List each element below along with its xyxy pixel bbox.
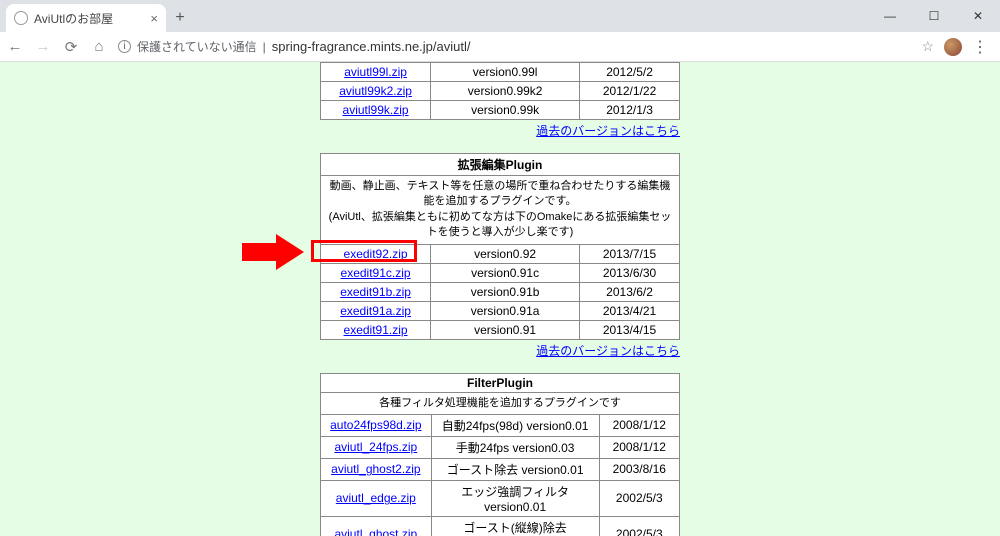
- version-cell: version0.91c: [431, 264, 579, 282]
- exedit-desc: 動画、静止画、テキスト等を任意の場所で重ね合わせたりする編集機能を追加するプラグ…: [321, 176, 679, 244]
- table-row: exedit91c.zip version0.91c2013/6/30: [321, 264, 679, 282]
- exedit-table: 拡張編集Plugin 動画、静止画、テキスト等を任意の場所で重ね合わせたりする編…: [320, 153, 680, 340]
- date-cell: 2013/6/30: [580, 264, 679, 282]
- version-cell: version0.99k2: [431, 82, 579, 100]
- download-link[interactable]: auto24fps98d.zip: [330, 418, 421, 432]
- date-cell: 2012/5/2: [580, 63, 679, 81]
- date-cell: 2002/5/3: [600, 517, 679, 536]
- version-cell: 自動24fps(98d) version0.01: [432, 415, 599, 436]
- download-link[interactable]: aviutl_ghost.zip: [334, 527, 417, 536]
- table-row: aviutl_ghost.zip ゴースト(縦線)除去 version0.0120…: [321, 517, 679, 536]
- table-row: aviutl99k.zip version0.99k2012/1/3: [321, 101, 679, 119]
- new-tab-button[interactable]: +: [166, 4, 194, 32]
- version-cell: ゴースト(縦線)除去 version0.01: [432, 517, 599, 536]
- table-row: exedit91a.zip version0.91a2013/4/21: [321, 302, 679, 320]
- table-row: exedit92.zip version0.922013/7/15: [321, 245, 679, 263]
- version-cell: version0.99l: [431, 63, 579, 81]
- download-link[interactable]: aviutl_edge.zip: [336, 491, 416, 505]
- table-row: aviutl_edge.zip エッジ強調フィルタ version0.012002…: [321, 481, 679, 516]
- reload-button[interactable]: ⟳: [62, 38, 80, 56]
- url-text: spring-fragrance.mints.ne.jp/aviutl/: [272, 39, 471, 54]
- info-icon: i: [118, 40, 131, 53]
- version-cell: ゴースト除去 version0.01: [432, 459, 599, 480]
- filter-desc: 各種フィルタ処理機能を追加するプラグインです: [321, 393, 679, 414]
- date-cell: 2013/4/21: [580, 302, 679, 320]
- download-link[interactable]: exedit91c.zip: [341, 266, 411, 280]
- version-cell: version0.99k: [431, 101, 579, 119]
- date-cell: 2012/1/22: [580, 82, 679, 100]
- version-cell: version0.91: [431, 321, 579, 339]
- annotation-arrow: [242, 234, 306, 270]
- version-cell: 手動24fps version0.03: [432, 437, 599, 458]
- tab-title: AviUtlのお部屋: [34, 10, 113, 27]
- download-link[interactable]: aviutl99l.zip: [344, 65, 407, 79]
- download-link[interactable]: aviutl99k.zip: [343, 103, 409, 117]
- download-link[interactable]: exedit91a.zip: [340, 304, 411, 318]
- tab-bar: AviUtlのお部屋 × + — ☐ ✕: [0, 0, 1000, 32]
- date-cell: 2013/4/15: [580, 321, 679, 339]
- browser-tab[interactable]: AviUtlのお部屋 ×: [6, 4, 166, 32]
- table-row: exedit91.zip version0.912013/4/15: [321, 321, 679, 339]
- close-window-button[interactable]: ✕: [956, 0, 1000, 32]
- page-content: aviutl99l.zipversion0.99l2012/5/2aviutl9…: [0, 62, 1000, 536]
- close-icon[interactable]: ×: [150, 11, 158, 26]
- version-cell: version0.91a: [431, 302, 579, 320]
- download-link[interactable]: exedit91.zip: [344, 323, 408, 337]
- aviutl-table: aviutl99l.zipversion0.99l2012/5/2aviutl9…: [320, 62, 680, 120]
- table-row: aviutl_ghost2.zip ゴースト除去 version0.012003/…: [321, 459, 679, 480]
- table-row: aviutl_24fps.zip 手動24fps version0.032008/…: [321, 437, 679, 458]
- forward-button: →: [34, 38, 52, 55]
- menu-icon[interactable]: ⋮: [972, 37, 988, 57]
- home-button[interactable]: ⌂: [90, 38, 108, 55]
- download-link[interactable]: aviutl99k2.zip: [339, 84, 412, 98]
- minimize-button[interactable]: —: [868, 0, 912, 32]
- filter-table: FilterPlugin 各種フィルタ処理機能を追加するプラグインです auto…: [320, 373, 680, 536]
- past-versions-link-aviutl[interactable]: 過去のバージョンはこちら: [536, 124, 680, 138]
- date-cell: 2003/8/16: [600, 459, 679, 480]
- back-button[interactable]: ←: [6, 38, 24, 55]
- profile-avatar[interactable]: [944, 38, 962, 56]
- table-row: aviutl99l.zip version0.99l2012/5/2: [321, 63, 679, 81]
- table-row: auto24fps98d.zip 自動24fps(98d) version0.01…: [321, 415, 679, 436]
- date-cell: 2012/1/3: [580, 101, 679, 119]
- date-cell: 2008/1/12: [600, 437, 679, 458]
- table-row: aviutl99k2.zip version0.99k22012/1/22: [321, 82, 679, 100]
- date-cell: 2008/1/12: [600, 415, 679, 436]
- version-cell: エッジ強調フィルタ version0.01: [432, 481, 599, 516]
- past-versions-link-exedit[interactable]: 過去のバージョンはこちら: [536, 344, 680, 358]
- filter-header: FilterPlugin: [321, 374, 679, 392]
- table-row: exedit91b.zip version0.91b2013/6/2: [321, 283, 679, 301]
- address-bar: ← → ⟳ ⌂ i 保護されていない通信 | spring-fragrance.…: [0, 32, 1000, 62]
- download-link[interactable]: aviutl_ghost2.zip: [331, 462, 420, 476]
- security-label: 保護されていない通信: [137, 38, 257, 55]
- date-cell: 2013/7/15: [580, 245, 679, 263]
- download-link[interactable]: aviutl_24fps.zip: [334, 440, 417, 454]
- url-field[interactable]: i 保護されていない通信 | spring-fragrance.mints.ne…: [118, 38, 911, 55]
- url-separator: |: [263, 40, 266, 54]
- date-cell: 2013/6/2: [580, 283, 679, 301]
- download-link[interactable]: exedit91b.zip: [340, 285, 411, 299]
- globe-icon: [14, 11, 28, 25]
- exedit-header: 拡張編集Plugin: [321, 154, 679, 175]
- download-link[interactable]: exedit92.zip: [344, 247, 408, 261]
- maximize-button[interactable]: ☐: [912, 0, 956, 32]
- version-cell: version0.92: [431, 245, 579, 263]
- version-cell: version0.91b: [431, 283, 579, 301]
- bookmark-icon[interactable]: ☆: [921, 38, 934, 55]
- date-cell: 2002/5/3: [600, 481, 679, 516]
